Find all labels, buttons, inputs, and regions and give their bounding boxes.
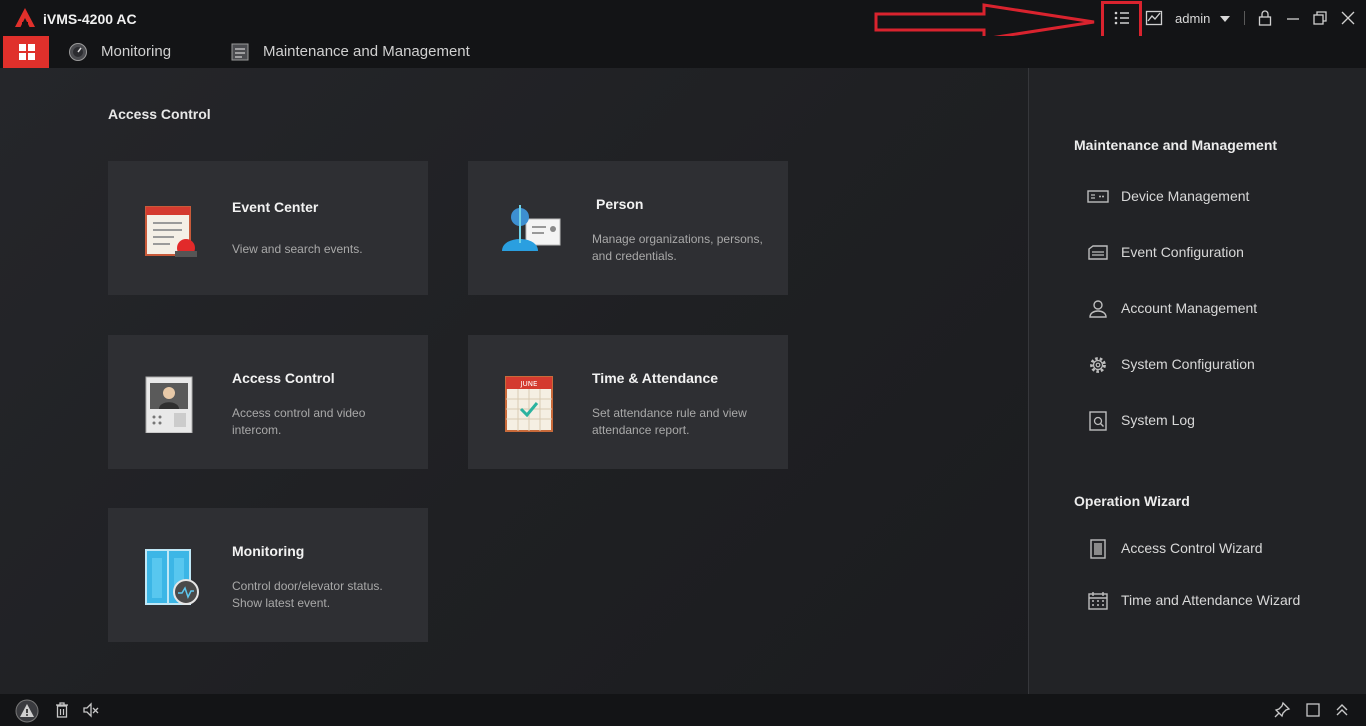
main-content: Access Control Event Center View and sea…	[0, 68, 1028, 694]
tab-monitoring[interactable]: Monitoring	[68, 42, 188, 64]
user-menu[interactable]: admin	[1175, 11, 1210, 26]
title-bar: iVMS-4200 AC admin	[0, 0, 1366, 42]
link-label: Device Management	[1121, 188, 1250, 204]
alarm-warning-icon[interactable]	[15, 699, 39, 723]
home-grid-icon	[19, 44, 26, 51]
door-monitor-icon	[145, 549, 199, 605]
restore-icon[interactable]	[1311, 9, 1329, 27]
calendar-icon: JUNE	[505, 376, 553, 432]
card-access-control[interactable]: Access Control Access control and video …	[108, 335, 428, 469]
card-description: View and search events.	[232, 242, 363, 256]
card-event-center[interactable]: Event Center View and search events.	[108, 161, 428, 295]
trash-icon[interactable]	[53, 701, 71, 719]
pin-icon[interactable]	[1273, 701, 1291, 719]
navigation-bar: Monitoring Maintenance and Management	[0, 36, 1366, 68]
right-panel: Maintenance and Management Device Manage…	[1029, 68, 1366, 694]
card-title: Time & Attendance	[592, 370, 719, 386]
chevron-double-up-icon[interactable]	[1333, 701, 1351, 719]
minimize-icon[interactable]	[1284, 9, 1302, 27]
lock-icon[interactable]	[1256, 9, 1274, 27]
link-account-management[interactable]: Account Management	[1087, 298, 1347, 320]
home-button[interactable]	[3, 36, 49, 68]
event-center-icon	[145, 206, 197, 257]
link-system-configuration[interactable]: System Configuration	[1087, 354, 1347, 376]
access-wizard-icon	[1090, 539, 1106, 559]
status-bar	[0, 694, 1366, 726]
event-config-icon	[1088, 245, 1108, 260]
card-person[interactable]: Person Manage organizations, persons, an…	[468, 161, 788, 295]
card-description: Set attendance rule and view attendance …	[592, 406, 747, 437]
task-list-icon[interactable]	[1113, 9, 1131, 27]
card-title: Monitoring	[232, 543, 305, 559]
link-device-management[interactable]: Device Management	[1087, 186, 1347, 208]
link-event-configuration[interactable]: Event Configuration	[1087, 242, 1347, 264]
link-label: System Configuration	[1121, 356, 1255, 372]
device-icon	[1087, 190, 1109, 203]
app-logo-icon	[15, 8, 35, 27]
section-title: Access Control	[108, 106, 211, 122]
attendance-wizard-icon	[1088, 592, 1108, 610]
maintenance-section-title: Maintenance and Management	[1074, 137, 1278, 153]
card-title: Access Control	[232, 370, 335, 386]
mute-icon[interactable]	[82, 701, 100, 719]
tab-monitoring-label: Monitoring	[101, 43, 172, 60]
card-title: Person	[596, 196, 644, 212]
calendar-month-label: JUNE	[520, 380, 538, 388]
toolbar-divider	[1244, 11, 1245, 25]
card-monitoring[interactable]: Monitoring Control door/elevator status.…	[108, 508, 428, 642]
account-icon	[1089, 300, 1107, 318]
tab-maintenance[interactable]: Maintenance and Management	[230, 42, 490, 64]
link-label: Event Configuration	[1121, 244, 1244, 260]
system-monitor-icon[interactable]	[1145, 9, 1163, 27]
link-label: Access Control Wizard	[1121, 540, 1263, 556]
window-icon[interactable]	[1304, 701, 1322, 719]
link-label: Time and Attendance Wizard	[1121, 592, 1301, 608]
card-description: Manage organizations, persons, and crede…	[592, 232, 763, 263]
close-icon[interactable]	[1339, 9, 1357, 27]
gear-icon	[1090, 357, 1106, 373]
link-label: Account Management	[1121, 300, 1258, 316]
person-icon	[502, 205, 561, 251]
card-description: Access control and video intercom.	[232, 406, 366, 437]
intercom-icon	[145, 376, 193, 433]
card-description: Control door/elevator status. Show lates…	[232, 579, 383, 610]
chevron-down-icon[interactable]	[1220, 16, 1230, 22]
link-system-log[interactable]: System Log	[1087, 410, 1347, 432]
link-access-control-wizard[interactable]: Access Control Wizard	[1087, 538, 1347, 560]
log-icon	[1089, 411, 1107, 431]
link-label: System Log	[1121, 412, 1195, 428]
app-title: iVMS-4200 AC	[43, 11, 137, 27]
maintenance-icon	[231, 43, 249, 61]
card-time-attendance[interactable]: JUNE Time & Attendance Set attendance ru…	[468, 335, 788, 469]
wizard-section-title: Operation Wizard	[1074, 493, 1190, 509]
link-time-attendance-wizard[interactable]: Time and Attendance Wizard	[1087, 590, 1347, 612]
monitoring-dial-icon	[69, 43, 87, 61]
tab-maintenance-label: Maintenance and Management	[263, 43, 470, 60]
card-title: Event Center	[232, 199, 319, 215]
